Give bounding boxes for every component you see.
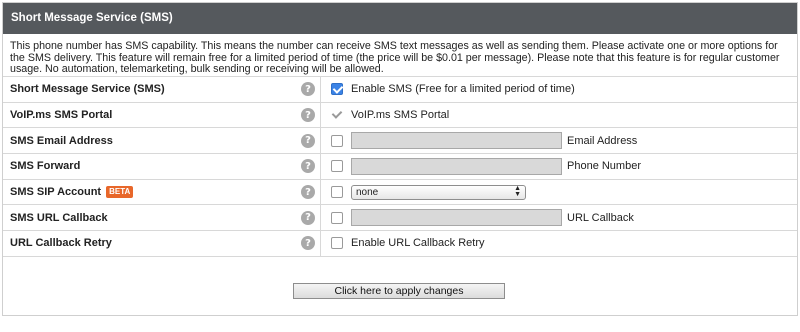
row-sms-enable: Short Message Service (SMS) ? Enable SMS… — [3, 77, 797, 103]
url-callback-retry-checkbox[interactable] — [331, 237, 343, 250]
row-sms-email: SMS Email Address ? Email Address — [3, 128, 797, 155]
help-icon[interactable]: ? — [301, 210, 315, 225]
row-sms-sip-account: SMS SIP Account BETA ? none ▲ ▼ — [3, 179, 797, 206]
help-icon[interactable]: ? — [301, 159, 315, 174]
panel-title: Short Message Service (SMS) — [3, 3, 797, 34]
sms-portal-label: VoIP.ms SMS Portal — [351, 109, 450, 122]
row-sms-portal: VoIP.ms SMS Portal ? VoIP.ms SMS Portal — [3, 102, 797, 129]
select-arrows-icon: ▲ ▼ — [514, 185, 521, 199]
url-callback-label: URL Callback — [567, 211, 634, 224]
url-callback-retry-label: Enable URL Callback Retry — [351, 237, 485, 250]
row-sms-forward: SMS Forward ? Phone Number — [3, 154, 797, 180]
sip-account-selected-value: none — [356, 186, 379, 198]
sip-account-select[interactable]: none ▲ ▼ — [351, 184, 526, 200]
row-label: SMS Forward — [10, 160, 81, 173]
help-icon[interactable]: ? — [301, 185, 315, 200]
email-address-label: Email Address — [567, 134, 638, 147]
row-label: URL Callback Retry — [10, 237, 112, 250]
phone-number-input[interactable] — [351, 157, 562, 175]
row-label: SMS URL Callback — [10, 211, 108, 224]
enable-sms-checkbox[interactable] — [331, 83, 343, 96]
sms-forward-checkbox[interactable] — [331, 160, 343, 173]
sms-email-checkbox[interactable] — [331, 134, 343, 147]
sms-settings-panel: Short Message Service (SMS) This phone n… — [2, 2, 798, 316]
help-icon[interactable]: ? — [301, 108, 315, 123]
row-sms-url-callback: SMS URL Callback ? URL Callback — [3, 205, 797, 232]
sms-description: This phone number has SMS capability. Th… — [3, 34, 797, 77]
row-label: Short Message Service (SMS) — [10, 83, 165, 96]
button-area: Click here to apply changes — [3, 257, 797, 332]
apply-changes-button[interactable]: Click here to apply changes — [293, 282, 505, 299]
phone-number-label: Phone Number — [567, 160, 641, 173]
url-callback-checkbox[interactable] — [331, 211, 343, 224]
sms-portal-checkbox — [331, 109, 343, 121]
row-url-callback-retry: URL Callback Retry ? Enable URL Callback… — [3, 231, 797, 257]
beta-badge: BETA — [106, 186, 134, 199]
row-label: VoIP.ms SMS Portal — [10, 109, 113, 122]
row-label: SMS Email Address — [10, 134, 113, 147]
help-icon[interactable]: ? — [301, 236, 315, 251]
help-icon[interactable]: ? — [301, 133, 315, 148]
sip-account-checkbox[interactable] — [331, 186, 343, 199]
help-icon[interactable]: ? — [301, 82, 315, 97]
row-label: SMS SIP Account — [10, 186, 102, 199]
enable-sms-label: Enable SMS (Free for a limited period of… — [351, 83, 575, 96]
email-address-input[interactable] — [351, 132, 562, 150]
url-callback-input[interactable] — [351, 209, 562, 227]
